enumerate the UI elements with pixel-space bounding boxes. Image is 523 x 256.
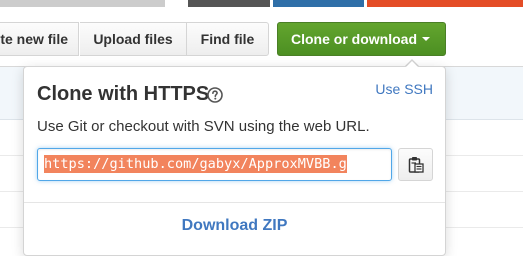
panel-divider <box>24 202 445 203</box>
language-bar-segment <box>273 0 364 7</box>
caret-down-icon <box>422 37 430 42</box>
clone-url-input[interactable]: https://github.com/gabyx/ApproxMVBB.g <box>37 148 392 181</box>
language-bar-segment <box>188 0 270 7</box>
clone-or-download-button[interactable]: Clone or download <box>277 22 446 56</box>
clipboard-icon <box>408 156 424 173</box>
upload-files-button[interactable]: Upload files <box>80 22 187 56</box>
language-bar-segment <box>165 0 188 7</box>
question-circle-icon[interactable] <box>207 87 223 103</box>
clone-or-download-label: Clone or download <box>291 31 417 47</box>
create-new-file-button[interactable]: te new file <box>0 22 79 56</box>
clone-description: Use Git or checkout with SVN using the w… <box>37 118 370 135</box>
copy-url-button[interactable] <box>398 148 433 181</box>
language-bar-segment <box>367 0 523 7</box>
clone-url-text: https://github.com/gabyx/ApproxMVBB.g <box>44 155 347 173</box>
clone-panel-title: Clone with HTTPS <box>37 83 210 105</box>
dropdown-arrow-inner <box>406 61 418 67</box>
download-zip-link[interactable]: Download ZIP <box>24 217 445 235</box>
language-bar <box>0 0 523 7</box>
find-file-button[interactable]: Find file <box>186 22 269 56</box>
use-ssh-link[interactable]: Use SSH <box>375 81 433 97</box>
language-bar-segment <box>0 0 165 7</box>
clone-dropdown-panel: Clone with HTTPS Use SSH Use Git or chec… <box>23 66 446 256</box>
